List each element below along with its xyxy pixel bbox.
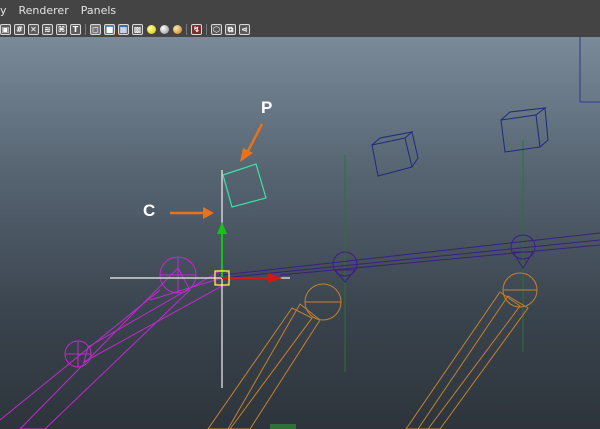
camera-icon[interactable]: ▣ — [0, 23, 11, 35]
light-ball-icon[interactable] — [147, 24, 156, 34]
shaded-cube-icon[interactable]: ■ — [104, 23, 115, 35]
pole-vector-cube — [222, 163, 267, 208]
menu-view[interactable]: y — [0, 4, 7, 17]
select-icon[interactable]: ✕ — [28, 23, 39, 35]
annotation-p: P — [261, 98, 273, 117]
joint-chain — [0, 256, 231, 429]
menu-bar: y Renderer Panels — [0, 0, 600, 21]
isolate-select-icon[interactable]: ↯ — [191, 23, 202, 35]
texture-t-icon[interactable]: T — [70, 23, 81, 35]
ik-control-cube — [500, 107, 549, 153]
menu-panels[interactable]: Panels — [81, 4, 116, 17]
shadow-ball-icon[interactable] — [160, 24, 169, 34]
toolbar-separator — [186, 23, 187, 35]
toolbar-separator — [206, 23, 207, 35]
cube-view-icon[interactable]: ⬡ — [211, 23, 222, 35]
annotation-arrows — [170, 123, 264, 219]
3d-viewport[interactable]: P C — [0, 37, 600, 429]
ik-control-cube — [371, 131, 419, 177]
xray-icon[interactable]: ≋ — [42, 23, 53, 35]
leg-bones — [207, 272, 538, 429]
multi-cube-icon[interactable]: ⧉ — [225, 23, 236, 35]
joint-xray-icon[interactable]: ⌘ — [56, 23, 67, 35]
grid-icon[interactable]: # — [14, 23, 25, 35]
textured-cube-icon[interactable]: ▦ — [118, 23, 129, 35]
viewport-toolbar: ▣ # ✕ ≋ ⌘ T ◻ ■ ▦ ▩ ↯ ⬡ ⧉ ⋖ — [0, 21, 600, 37]
viewport-scene — [0, 37, 600, 429]
wireframe-cube-icon[interactable]: ◻ — [90, 23, 101, 35]
frame-outline — [579, 37, 600, 103]
toolbar-separator — [85, 23, 86, 35]
ik-spine — [221, 232, 600, 283]
ground-marker — [270, 424, 296, 429]
material-ball-icon[interactable] — [173, 24, 182, 34]
share-icon[interactable]: ⋖ — [239, 23, 250, 35]
checker-cube-icon[interactable]: ▩ — [132, 23, 143, 35]
menu-renderer[interactable]: Renderer — [19, 4, 69, 17]
annotation-c: C — [143, 201, 156, 220]
